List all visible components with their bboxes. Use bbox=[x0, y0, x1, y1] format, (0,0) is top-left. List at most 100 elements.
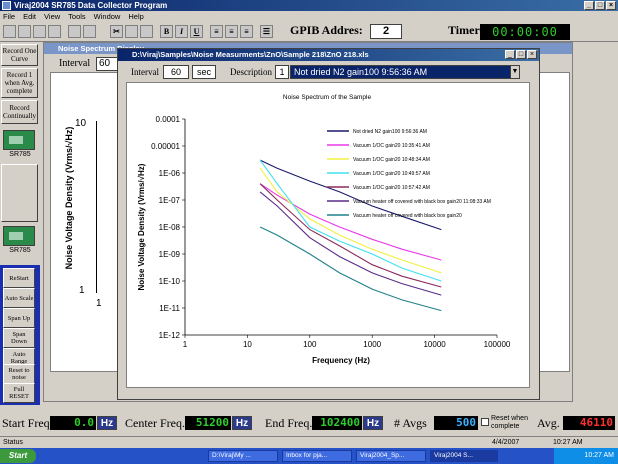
copy-icon[interactable] bbox=[125, 25, 138, 38]
avg-label: Avg. bbox=[537, 416, 560, 430]
app-title: Viraj2004 SR785 Data Collector Program bbox=[14, 1, 168, 10]
new-file-icon[interactable] bbox=[3, 25, 16, 38]
sr785-instrument-icon[interactable] bbox=[3, 130, 35, 150]
menu-tools[interactable]: Tools bbox=[68, 11, 86, 22]
reset-to-noise-button[interactable]: Reset to noise bbox=[3, 364, 35, 384]
avg-count: 46110 bbox=[563, 416, 615, 430]
bg-y-tick-top: 10 bbox=[75, 118, 87, 129]
print-preview-icon[interactable] bbox=[68, 25, 81, 38]
span-up-button[interactable]: Span Up bbox=[3, 308, 35, 328]
maximize-button[interactable]: □ bbox=[595, 1, 605, 10]
y-tick-label: 0.00001 bbox=[151, 142, 180, 151]
gpib-address-input[interactable]: 2 bbox=[370, 24, 402, 39]
underline-icon[interactable]: U bbox=[190, 25, 203, 38]
camera-icon[interactable] bbox=[83, 25, 96, 38]
task-inbox[interactable]: Inbox for pja... bbox=[282, 450, 352, 462]
span-down-button[interactable]: Span Down bbox=[3, 328, 35, 348]
list-icon[interactable]: ☰ bbox=[260, 25, 273, 38]
italic-icon[interactable]: I bbox=[175, 25, 188, 38]
align-center-icon[interactable]: ≡ bbox=[225, 25, 238, 38]
open-folder-icon[interactable] bbox=[18, 25, 31, 38]
reset-when-complete-label: Reset when complete bbox=[491, 415, 528, 430]
control-panel: ReStart Auto Scale Span Up Span Down Aut… bbox=[0, 265, 40, 405]
frequency-bar: Start Freq. 0.0 Hz Center Freq. 51200 Hz… bbox=[0, 408, 618, 435]
menu-edit[interactable]: Edit bbox=[23, 11, 36, 22]
close-button[interactable]: × bbox=[606, 1, 616, 10]
fg-maximize-button[interactable]: □ bbox=[516, 50, 526, 59]
bg-y-tick-bottom: 1 bbox=[79, 285, 85, 296]
paste-icon[interactable] bbox=[140, 25, 153, 38]
menu-bar: File Edit View Tools Window Help bbox=[0, 11, 618, 22]
status-time: 10:27 AM bbox=[553, 439, 583, 446]
interval-unit: sec bbox=[192, 65, 216, 79]
end-freq-label: End Freq. bbox=[265, 416, 313, 430]
y-tick-label: 1E-12 bbox=[159, 331, 181, 340]
menu-view[interactable]: View bbox=[44, 11, 60, 22]
x-axis-label: Frequency (Hz) bbox=[312, 356, 370, 365]
interval-input[interactable]: 60 bbox=[163, 65, 189, 79]
y-tick-label: 1E-09 bbox=[159, 250, 181, 259]
fg-close-button[interactable]: × bbox=[527, 50, 537, 59]
fg-window-title: D:\Viraj\Samples\Noise Measurments\ZnO\S… bbox=[118, 49, 539, 61]
instrument-label: SR785 bbox=[9, 151, 31, 158]
menu-window[interactable]: Window bbox=[94, 11, 121, 22]
avgs-label: # Avgs bbox=[394, 416, 427, 430]
y-axis-label: Noise Voltage Density (Vrms/√Hz) bbox=[137, 163, 146, 290]
y-tick-label: 1E-06 bbox=[159, 169, 181, 178]
x-tick-label: 100 bbox=[303, 340, 317, 349]
x-tick-label: 1 bbox=[183, 340, 188, 349]
record-avg-button[interactable]: Record 1 when Avg. complete bbox=[1, 68, 38, 98]
task-viraj-active[interactable]: Viraj2004 S... bbox=[430, 450, 498, 462]
status-text: Status bbox=[3, 439, 23, 446]
description-select[interactable]: Not dried N2 gain100 9:56:36 AM bbox=[290, 65, 520, 79]
align-right-icon[interactable]: ≡ bbox=[240, 25, 253, 38]
task-viraj-sp[interactable]: Viraj2004_Sp... bbox=[356, 450, 426, 462]
instrument-label-2: SR785 bbox=[9, 247, 31, 254]
center-freq-label: Center Freq. bbox=[125, 416, 185, 430]
app-titlebar: Viraj2004 SR785 Data Collector Program _… bbox=[0, 0, 618, 11]
end-freq-value[interactable]: 102400 bbox=[312, 416, 362, 430]
fg-minimize-button[interactable]: _ bbox=[505, 50, 515, 59]
legend-entry: Vacuum 1/OC gain20 10:48:34 AM bbox=[353, 157, 430, 163]
y-tick-label: 1E-11 bbox=[159, 304, 180, 313]
tray-clock: 10:27 AM bbox=[584, 452, 614, 459]
align-left-icon[interactable]: ≡ bbox=[210, 25, 223, 38]
x-tick-label: 100000 bbox=[484, 340, 511, 349]
full-reset-button[interactable]: Full RESET bbox=[3, 383, 35, 403]
taskbar: Start D:\Viraj\My ... Inbox for pja... V… bbox=[0, 448, 618, 464]
menu-file[interactable]: File bbox=[3, 11, 15, 22]
y-tick-label: 1E-08 bbox=[159, 223, 181, 232]
menu-help[interactable]: Help bbox=[128, 11, 143, 22]
restart-button[interactable]: ReStart bbox=[3, 268, 35, 288]
task-explorer[interactable]: D:\Viraj\My ... bbox=[208, 450, 278, 462]
auto-scale-button[interactable]: Auto Scale bbox=[3, 288, 35, 308]
save-icon[interactable] bbox=[33, 25, 46, 38]
sr785-instrument-icon-2[interactable] bbox=[3, 226, 35, 246]
center-freq-unit: Hz bbox=[232, 416, 252, 430]
cut-icon[interactable]: ✂ bbox=[110, 25, 123, 38]
end-freq-unit: Hz bbox=[363, 416, 383, 430]
start-button[interactable]: Start bbox=[0, 449, 36, 463]
timer-display: 00:00:00 bbox=[480, 24, 570, 40]
start-freq-label: Start Freq. bbox=[2, 416, 53, 430]
print-icon[interactable] bbox=[48, 25, 61, 38]
legend-entry: Vacuum 1/OC gain20 10:57:42 AM bbox=[353, 185, 430, 191]
start-freq-value[interactable]: 0.0 bbox=[50, 416, 96, 430]
app-icon bbox=[2, 1, 11, 10]
noise-spectrum-chart: Noise Spectrum of the Sample 0.0001 0.0000… bbox=[137, 94, 511, 365]
y-tick-label: 1E-10 bbox=[159, 277, 181, 286]
record-one-curve-button[interactable]: Record One Curve bbox=[1, 44, 38, 66]
reset-when-complete-checkbox[interactable] bbox=[481, 418, 489, 426]
x-tick-label: 10 bbox=[243, 340, 252, 349]
minimize-button[interactable]: _ bbox=[584, 1, 594, 10]
legend-entry: Vacuum 1/OC gain20 10:49:57 AM bbox=[353, 171, 430, 177]
bg-y-axis-line bbox=[96, 121, 97, 293]
chevron-down-icon[interactable]: ▼ bbox=[510, 65, 520, 79]
bold-icon[interactable]: B bbox=[160, 25, 173, 38]
bg-y-axis-label: Noise Voltage Density (Vrms/√Hz) bbox=[64, 126, 74, 270]
avgs-input[interactable]: 500 bbox=[434, 416, 478, 430]
system-tray: 10:27 AM bbox=[554, 448, 618, 464]
record-continually-button[interactable]: Record Continually bbox=[1, 100, 38, 124]
center-freq-value[interactable]: 51200 bbox=[185, 416, 231, 430]
legend-entry: Vacuum 1/OC gain20 10:35:41 AM bbox=[353, 143, 430, 149]
